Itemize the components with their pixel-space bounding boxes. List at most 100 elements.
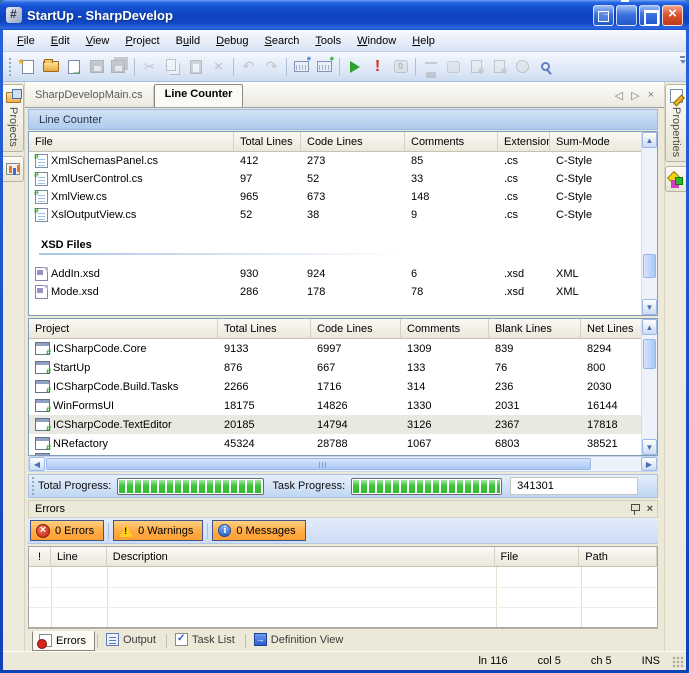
- table-row[interactable]: ICSharpCode.TextEditor201851479431262367…: [29, 415, 657, 434]
- tab-sharpdevelopmain-cs[interactable]: SharpDevelopMain.cs: [25, 86, 154, 107]
- rebuild-button[interactable]: [313, 55, 336, 78]
- menu-view[interactable]: View: [78, 32, 118, 50]
- open-file-icon: [43, 61, 59, 72]
- menu-debug[interactable]: Debug: [208, 32, 256, 50]
- run-button[interactable]: [343, 55, 366, 78]
- refresh-file-icon: [68, 60, 80, 74]
- minimize-button[interactable]: [616, 5, 637, 26]
- column-header-sum-mode[interactable]: Sum-Mode: [550, 132, 643, 152]
- scroll-thumb[interactable]: [643, 339, 656, 369]
- search-button[interactable]: [534, 55, 557, 78]
- cell: 924: [301, 268, 405, 280]
- column-header-net-lines[interactable]: Net Lines: [581, 319, 643, 339]
- table-row[interactable]: StartUp87666713376800: [29, 358, 657, 377]
- menu-build[interactable]: Build: [168, 32, 208, 50]
- projects-table-hscrollbar[interactable]: [28, 456, 658, 472]
- build-icon: [294, 61, 309, 72]
- table-row[interactable]: XmlUserControl.cs975233.csC-Style: [29, 170, 657, 188]
- scroll-down-button[interactable]: [642, 439, 657, 455]
- resize-grip[interactable]: [672, 656, 684, 668]
- errors-grid-header: !LineDescriptionFilePath: [29, 547, 657, 567]
- table-row[interactable]: AddIn.xsd9309246.xsdXML: [29, 265, 657, 283]
- column-header-description[interactable]: Description: [107, 547, 495, 567]
- scroll-thumb[interactable]: [643, 254, 656, 278]
- scroll-thumb[interactable]: [46, 458, 591, 470]
- files-table-vscrollbar[interactable]: [641, 132, 657, 315]
- toolbar-overflow-icon[interactable]: [679, 56, 686, 78]
- column-header-code-lines[interactable]: Code Lines: [301, 132, 405, 152]
- close-tab-button[interactable]: ×: [648, 89, 654, 102]
- table-row[interactable]: XmlView.cs965673148.csC-Style: [29, 188, 657, 206]
- menu-project[interactable]: Project: [117, 32, 167, 50]
- column-header-comments[interactable]: Comments: [405, 132, 498, 152]
- column-header-file[interactable]: File: [29, 132, 234, 152]
- column-header-file[interactable]: File: [495, 547, 580, 567]
- progress-toolbar-grip[interactable]: [31, 476, 36, 496]
- filter-button-0-messages[interactable]: 0 Messages: [212, 520, 305, 541]
- scroll-tabs-left-button[interactable]: ◁: [615, 89, 623, 102]
- menu-tools[interactable]: Tools: [307, 32, 349, 50]
- cell: 667: [311, 362, 401, 374]
- column-header-extension[interactable]: Extension: [498, 132, 550, 152]
- filter-button-0-warnings[interactable]: 0 Warnings: [113, 520, 203, 541]
- column-header-path[interactable]: Path: [579, 547, 657, 567]
- dock-tab-toolbox2-icon[interactable]: [665, 166, 686, 192]
- message-icon: [218, 524, 231, 537]
- menu-file[interactable]: File: [9, 32, 43, 50]
- maximize-button[interactable]: [639, 5, 660, 26]
- menu-window[interactable]: Window: [349, 32, 404, 50]
- build-button[interactable]: [290, 55, 313, 78]
- menu-help[interactable]: Help: [404, 32, 443, 50]
- table-row[interactable]: XslOutputView.cs52389.csC-Style: [29, 206, 657, 224]
- column-header-blank-lines[interactable]: Blank Lines: [489, 319, 581, 339]
- column-header-total-lines[interactable]: Total Lines: [234, 132, 301, 152]
- undock-button[interactable]: [593, 5, 614, 26]
- dock-tab-projects[interactable]: Projects: [3, 84, 24, 152]
- column-header-project[interactable]: Project: [29, 319, 218, 339]
- titlebar[interactable]: StartUp - SharpDevelop: [0, 0, 689, 30]
- output-tab-icon: [106, 633, 119, 646]
- dock-tab-properties[interactable]: Properties: [665, 84, 686, 162]
- cell: 52: [301, 173, 405, 185]
- redo-button: [260, 55, 283, 78]
- scroll-up-button[interactable]: [642, 132, 657, 148]
- bottom-tab-definition-view[interactable]: Definition View: [248, 631, 352, 649]
- refresh-file-button[interactable]: [62, 55, 85, 78]
- scroll-left-button[interactable]: [29, 457, 45, 471]
- filter-button-0-errors[interactable]: 0 Errors: [30, 520, 104, 541]
- column-header-blank[interactable]: !: [29, 547, 51, 567]
- column-header-line[interactable]: Line: [51, 547, 107, 567]
- menu-edit[interactable]: Edit: [43, 32, 78, 50]
- breakpoint-button[interactable]: [366, 55, 389, 78]
- new-file-button[interactable]: [16, 55, 39, 78]
- table-row[interactable]: NRefactory45324287881067680338521: [29, 434, 657, 453]
- menu-search[interactable]: Search: [257, 32, 308, 50]
- errors-panel-titlebar[interactable]: Errors ×: [28, 500, 658, 518]
- table-row[interactable]: XmlSchemasPanel.cs41227385.csC-Style: [29, 152, 657, 170]
- status-items: ln 116 col 5 ch 5 INS: [448, 655, 660, 667]
- toolbar-grip[interactable]: [8, 57, 13, 77]
- scroll-tabs-right-button[interactable]: ▷: [631, 89, 639, 102]
- column-header-code-lines[interactable]: Code Lines: [311, 319, 401, 339]
- project-icon: [35, 437, 50, 450]
- open-file-button[interactable]: [39, 55, 62, 78]
- tab-line-counter[interactable]: Line Counter: [154, 84, 244, 107]
- column-header-comments[interactable]: Comments: [401, 319, 489, 339]
- bottom-tab-task-list[interactable]: Task List: [169, 631, 243, 649]
- table-row[interactable]: Mode.xsd28617878.xsdXML: [29, 283, 657, 301]
- table-row[interactable]: WinFormsUI18175148261330203116144: [29, 396, 657, 415]
- scroll-down-button[interactable]: [642, 299, 657, 315]
- table-row[interactable]: ICSharpCode.Build.Tasks22661716314236203…: [29, 377, 657, 396]
- projects-table-vscrollbar[interactable]: [641, 319, 657, 455]
- column-header-total-lines[interactable]: Total Lines: [218, 319, 311, 339]
- pin-icon[interactable]: [630, 503, 639, 515]
- close-button[interactable]: [662, 5, 683, 26]
- cell: 6803: [489, 438, 581, 450]
- errors-panel-close-icon[interactable]: ×: [647, 503, 653, 515]
- scroll-right-button[interactable]: [641, 457, 657, 471]
- scroll-up-button[interactable]: [642, 319, 657, 335]
- dock-tab-classes-icon[interactable]: [3, 156, 24, 182]
- table-row[interactable]: ICSharpCode.Core9133699713098398294: [29, 339, 657, 358]
- bottom-tab-output[interactable]: Output: [100, 631, 164, 649]
- bottom-tab-errors[interactable]: Errors: [32, 631, 95, 651]
